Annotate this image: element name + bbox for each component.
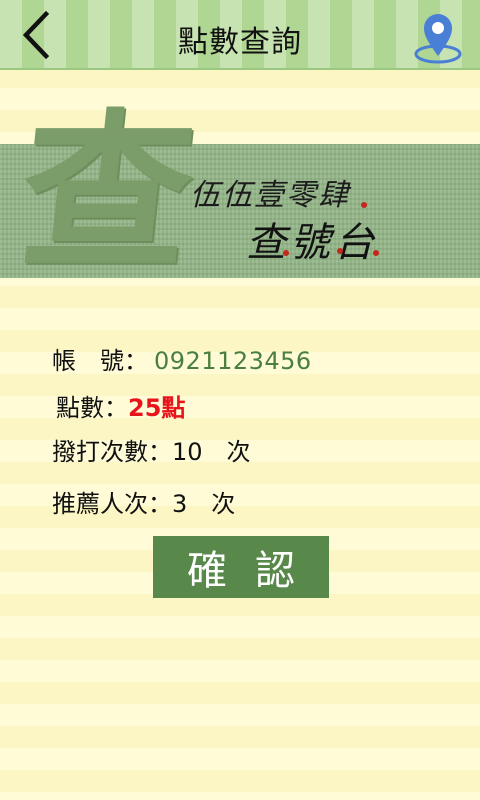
banner-red-dot: [361, 202, 367, 208]
map-button[interactable]: [410, 8, 466, 64]
banner-red-dot: [337, 248, 343, 254]
banner-service-text: 查號台: [246, 220, 378, 266]
account-row: 帳 號： 0921123456: [52, 341, 312, 376]
banner-big-char: 查: [11, 93, 203, 293]
calls-row: 撥打次數：10 次: [52, 432, 251, 467]
banner-red-dot: [373, 250, 379, 256]
points-label: 點數：: [56, 394, 128, 422]
points-value: 25點: [128, 394, 186, 422]
account-label: 帳 號：: [52, 347, 148, 375]
confirm-button[interactable]: 確認: [153, 536, 329, 598]
map-pin-icon: [414, 14, 462, 64]
banner-red-dot: [283, 250, 289, 256]
calls-value: 10 次: [172, 438, 251, 466]
account-value: 0921123456: [154, 347, 312, 375]
referrals-row: 推薦人次：3 次: [52, 484, 235, 519]
points-row: 點數：25點: [56, 388, 185, 423]
referrals-label: 推薦人次：: [52, 490, 172, 518]
header-bar: 點數查詢: [0, 0, 480, 70]
page-title: 點數查詢: [178, 25, 302, 60]
calls-label: 撥打次數：: [52, 438, 172, 466]
referrals-value: 3 次: [172, 490, 236, 518]
banner-number-text: 伍伍壹零肆: [190, 178, 350, 213]
